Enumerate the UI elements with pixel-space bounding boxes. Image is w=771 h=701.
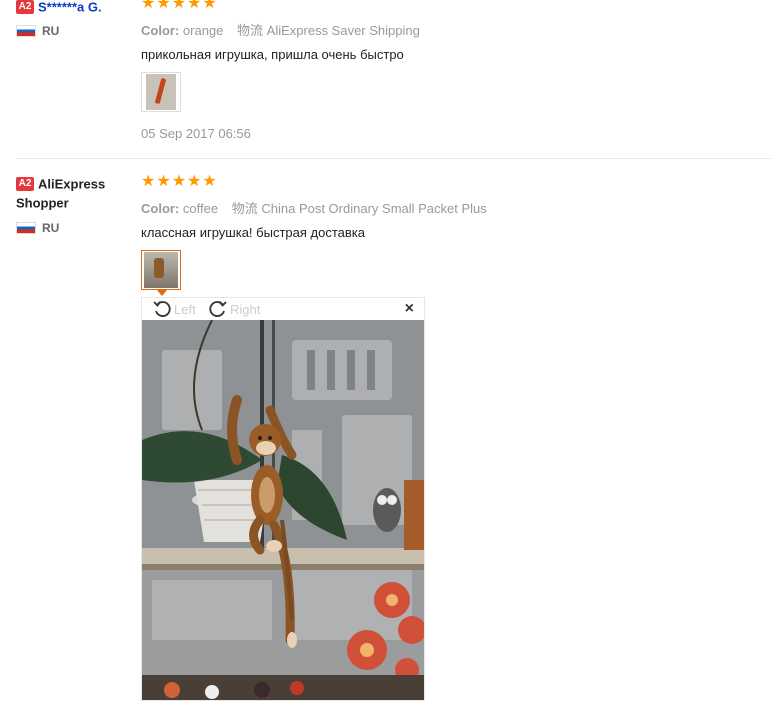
- close-icon[interactable]: ×: [405, 300, 414, 318]
- rotate-right-button[interactable]: Right: [208, 299, 260, 319]
- rotate-right-label: Right: [230, 301, 261, 317]
- review-date: 05 Sep 2017 06:56: [141, 126, 251, 141]
- review-text: классная игрушка! быстрая доставка: [141, 225, 365, 240]
- color-value: coffee: [182, 201, 219, 216]
- color-label: Color:: [141, 201, 180, 216]
- color-label: Color:: [141, 23, 180, 38]
- rotate-left-label: Left: [174, 301, 196, 317]
- viewer-toolbar: Left Right ×: [142, 298, 424, 320]
- reviewer-country: RU: [16, 24, 136, 38]
- country-code: RU: [42, 220, 60, 235]
- review-photo-thumbnail[interactable]: [141, 250, 181, 296]
- photo-viewer: Left Right ×: [141, 297, 425, 701]
- order-info: Color: coffee 物流 China Post Ordinary Sma…: [141, 198, 741, 217]
- shipping-value: AliExpress Saver Shipping: [266, 23, 420, 38]
- review-photo-thumbnail[interactable]: [141, 72, 181, 112]
- level-badge: A2: [16, 176, 34, 191]
- selected-caret-icon: [157, 290, 167, 296]
- monkey-photo-image: [144, 252, 178, 288]
- color-value: orange: [182, 23, 224, 38]
- russia-flag-icon: [16, 25, 36, 37]
- rotate-right-icon: [209, 300, 227, 317]
- star-rating: ★★★★★: [141, 0, 218, 12]
- rotate-left-button[interactable]: Left: [152, 299, 196, 319]
- shipping-label: 物流: [231, 201, 258, 216]
- level-badge: A2: [16, 0, 34, 14]
- rotate-left-icon: [153, 300, 171, 317]
- shipping-value: China Post Ordinary Small Packet Plus: [261, 201, 487, 216]
- enlarged-review-photo: [142, 320, 424, 700]
- review-divider: [16, 158, 771, 159]
- order-info: Color: orange 物流 AliExpress Saver Shippi…: [141, 20, 741, 39]
- reviewer-name[interactable]: S******a G.: [38, 0, 102, 14]
- toy-photo-image: [146, 74, 176, 110]
- reviewer-name: AliExpress: [38, 176, 106, 192]
- russia-flag-icon: [16, 221, 36, 234]
- monkey-toy-photo: [142, 320, 424, 700]
- reviewer-info: A2 S******a G. RU: [16, 0, 136, 38]
- country-code: RU: [42, 24, 60, 38]
- reviewer-info: A2 AliExpress Shopper RU: [16, 174, 136, 235]
- star-rating: ★★★★★: [141, 173, 218, 190]
- shipping-label: 物流: [237, 23, 264, 38]
- reviewer-name-line2: Shopper: [16, 195, 69, 211]
- reviewer-country: RU: [16, 221, 136, 235]
- review-text: прикольная игрушка, пришла очень быстро: [141, 47, 404, 62]
